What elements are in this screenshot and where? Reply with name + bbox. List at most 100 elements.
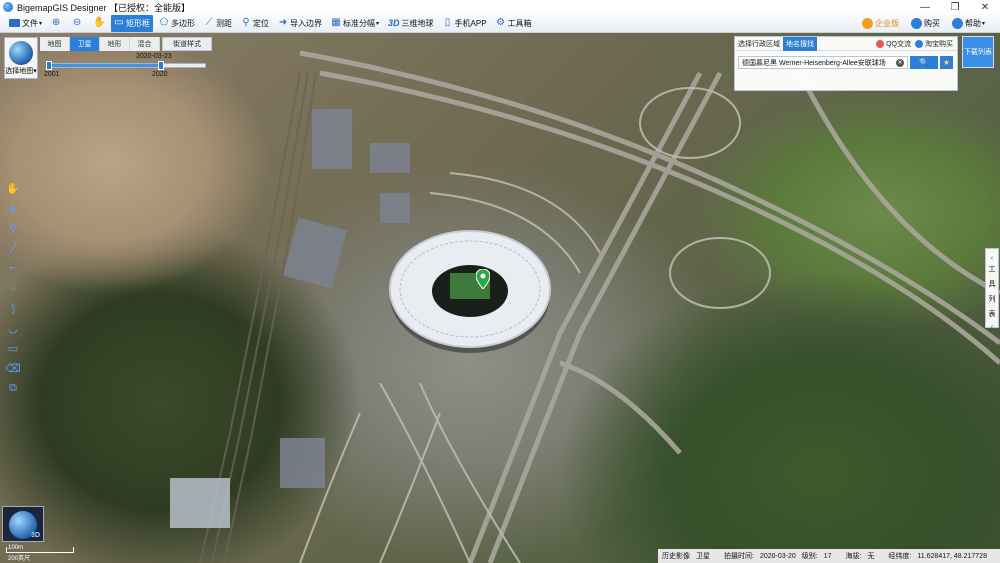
tab-hybrid[interactable]: 混合: [130, 37, 160, 51]
globe-icon: [9, 41, 33, 65]
tab-terrain[interactable]: 地形: [100, 37, 130, 51]
tab-satellite[interactable]: 卫星: [70, 37, 100, 51]
3d-globe-button[interactable]: 3D 三维地球: [385, 15, 437, 32]
zoom-in-button[interactable]: ⊕: [48, 15, 66, 32]
zoom-out-icon: ⊖: [72, 17, 82, 28]
map-canvas[interactable]: 选择地图▾ 地图 卫星 地形 混合 街道样式 2020-03-23 2001 2…: [0, 33, 1000, 563]
line-tool-icon[interactable]: ╱: [5, 240, 21, 256]
street-style-button[interactable]: 街道样式: [162, 37, 212, 51]
satellite-imagery: [170, 50, 1000, 563]
chevron-down-icon: ▾: [376, 20, 380, 27]
tool-list-panel[interactable]: ‹ 工 具 列 表 ‹: [985, 248, 999, 331]
hand-tool-icon[interactable]: ✋: [5, 180, 21, 196]
search-panel: 选择行政区域 地名搜找 QQ交流 淘宝购买 德国慕尼黑 Werner-Heise…: [734, 36, 958, 91]
taobao-icon: [915, 39, 923, 48]
toolbar-right: 企业版 购买 帮助 ▾: [859, 15, 1000, 32]
import-boundary-icon: ➜: [278, 17, 288, 28]
imagery-type: 卫星: [696, 553, 710, 560]
taobao-link[interactable]: 淘宝购买: [915, 39, 953, 49]
toolbox-button[interactable]: ⚙ 工具箱: [493, 15, 535, 32]
favorite-button[interactable]: ★: [940, 56, 953, 69]
map-type-tabs: 地图 卫星 地形 混合: [40, 37, 160, 51]
download-list-button[interactable]: 下载列表: [962, 36, 994, 68]
map-scale: 100m 200英尺: [6, 545, 76, 562]
zoom-out-button[interactable]: ⊖: [69, 15, 87, 32]
chevron-down-icon: ▾: [39, 20, 43, 27]
circle-tool-icon[interactable]: ○: [5, 280, 21, 296]
timeline-start-handle[interactable]: [46, 61, 52, 70]
timeline-date: 2020-03-23: [136, 53, 172, 60]
buy-icon: [910, 17, 922, 29]
chevron-down-icon: ▾: [981, 20, 985, 27]
polygon-icon: ⬠: [159, 17, 169, 28]
grid-icon: ▦: [331, 17, 341, 28]
import-boundary-button[interactable]: ➜ 导入边界: [275, 15, 325, 32]
file-menu-button[interactable]: 文件 ▾: [6, 15, 45, 32]
chevron-left-icon[interactable]: ‹: [991, 322, 994, 331]
polygon-button[interactable]: ⬠ 多边形: [156, 15, 198, 32]
search-input[interactable]: 德国慕尼黑 Werner-Heisenberg-Allee安联球场 ✕: [738, 56, 908, 69]
buy-button[interactable]: 购买: [908, 15, 943, 32]
3d-icon: 3D: [388, 18, 400, 28]
history-label: 历史影像: [662, 553, 690, 560]
eraser-tool-icon[interactable]: ⌫: [5, 360, 21, 376]
altitude-value: 无: [867, 553, 875, 560]
tab-place-search[interactable]: 地名搜找: [783, 36, 817, 51]
window-title: BigemapGIS Designer 【已授权：全能版】: [17, 2, 191, 13]
search-button[interactable]: 🔍: [910, 56, 938, 69]
rectangle-tool-icon[interactable]: ▭: [5, 340, 21, 356]
main-toolbar: 文件 ▾ ⊕ ⊖ ✋ ▭ 矩形框 ⬠ 多边形 ⟋ 测距 ⚲ 定位 ➜ 导入边界 ▦ 标准分幅 ▾…: [0, 14, 1000, 33]
zoom-in-icon: ⊕: [51, 17, 61, 28]
clear-icon[interactable]: ✕: [896, 59, 904, 67]
mini-globe[interactable]: 3D: [2, 506, 44, 542]
measure-distance-button[interactable]: ⟋ 测距: [201, 15, 235, 32]
freehand-tool-icon[interactable]: ⟆: [5, 300, 21, 316]
history-timeline: 2020-03-23 2001 2020: [40, 53, 210, 79]
tab-map[interactable]: 地图: [40, 37, 70, 51]
timeline-start-year: 2001: [44, 71, 60, 78]
arc-tool-icon[interactable]: ◡: [5, 320, 21, 336]
minimize-button[interactable]: —: [910, 0, 940, 14]
map-selector[interactable]: 选择地图▾: [4, 37, 38, 79]
folder-icon: [9, 19, 20, 27]
help-icon: [951, 17, 963, 29]
close-button[interactable]: ✕: [970, 0, 1000, 14]
location-pin-icon: ⚲: [242, 17, 250, 28]
standard-sheet-button[interactable]: ▦ 标准分幅 ▾: [328, 15, 382, 32]
polyline-tool-icon[interactable]: ⌐: [5, 260, 21, 276]
locate-button[interactable]: ⚲ 定位: [238, 15, 272, 32]
capture-date: 2020-03-20: [759, 552, 796, 560]
pin-tool-icon[interactable]: ⚲: [5, 220, 21, 236]
zoom-level: 17: [823, 552, 832, 560]
app-logo-icon: [3, 2, 13, 12]
qq-link[interactable]: QQ交流: [876, 39, 911, 49]
maximize-button[interactable]: ❐: [940, 0, 970, 14]
search-icon: 🔍: [919, 58, 929, 67]
enterprise-button[interactable]: 企业版: [859, 15, 902, 32]
left-tool-strip: ✋ ➤ ⚲ ╱ ⌐ ○ ⟆ ◡ ▭ ⌫ ⧉: [4, 180, 22, 400]
timeline-handle[interactable]: [157, 61, 164, 70]
star-icon: ★: [942, 58, 951, 67]
status-bar: 历史影像 卫星 拍摄时间: 2020-03-20 级别: 17 海拔: 无 经纬…: [658, 549, 1000, 563]
tab-admin-region[interactable]: 选择行政区域: [735, 37, 783, 51]
pointer-tool-icon[interactable]: ➤: [5, 200, 21, 216]
pan-button[interactable]: ✋: [90, 15, 108, 32]
qq-icon: [876, 39, 885, 48]
phone-icon: ▯: [444, 17, 451, 28]
rectangle-select-button[interactable]: ▭ 矩形框: [111, 14, 154, 32]
enterprise-icon: [861, 17, 873, 29]
chevron-left-icon[interactable]: ‹: [991, 253, 994, 262]
ruler-icon: ⟋: [205, 17, 213, 28]
title-bar: BigemapGIS Designer 【已授权：全能版】 — ❐ ✕: [0, 0, 1000, 14]
layers-tool-icon[interactable]: ⧉: [5, 380, 21, 396]
location-marker-icon[interactable]: [476, 269, 490, 289]
timeline-track[interactable]: [46, 61, 206, 70]
help-button[interactable]: 帮助 ▾: [949, 15, 988, 32]
3d-badge: 3D: [31, 532, 40, 539]
mobile-app-button[interactable]: ▯ 手机APP: [440, 15, 490, 32]
chevron-down-icon: ▾: [33, 68, 37, 75]
timeline-end-year: 2020: [152, 71, 168, 78]
gear-icon: ⚙: [496, 17, 506, 28]
hand-icon: ✋: [93, 17, 106, 28]
window-controls: — ❐ ✕: [910, 0, 1000, 14]
